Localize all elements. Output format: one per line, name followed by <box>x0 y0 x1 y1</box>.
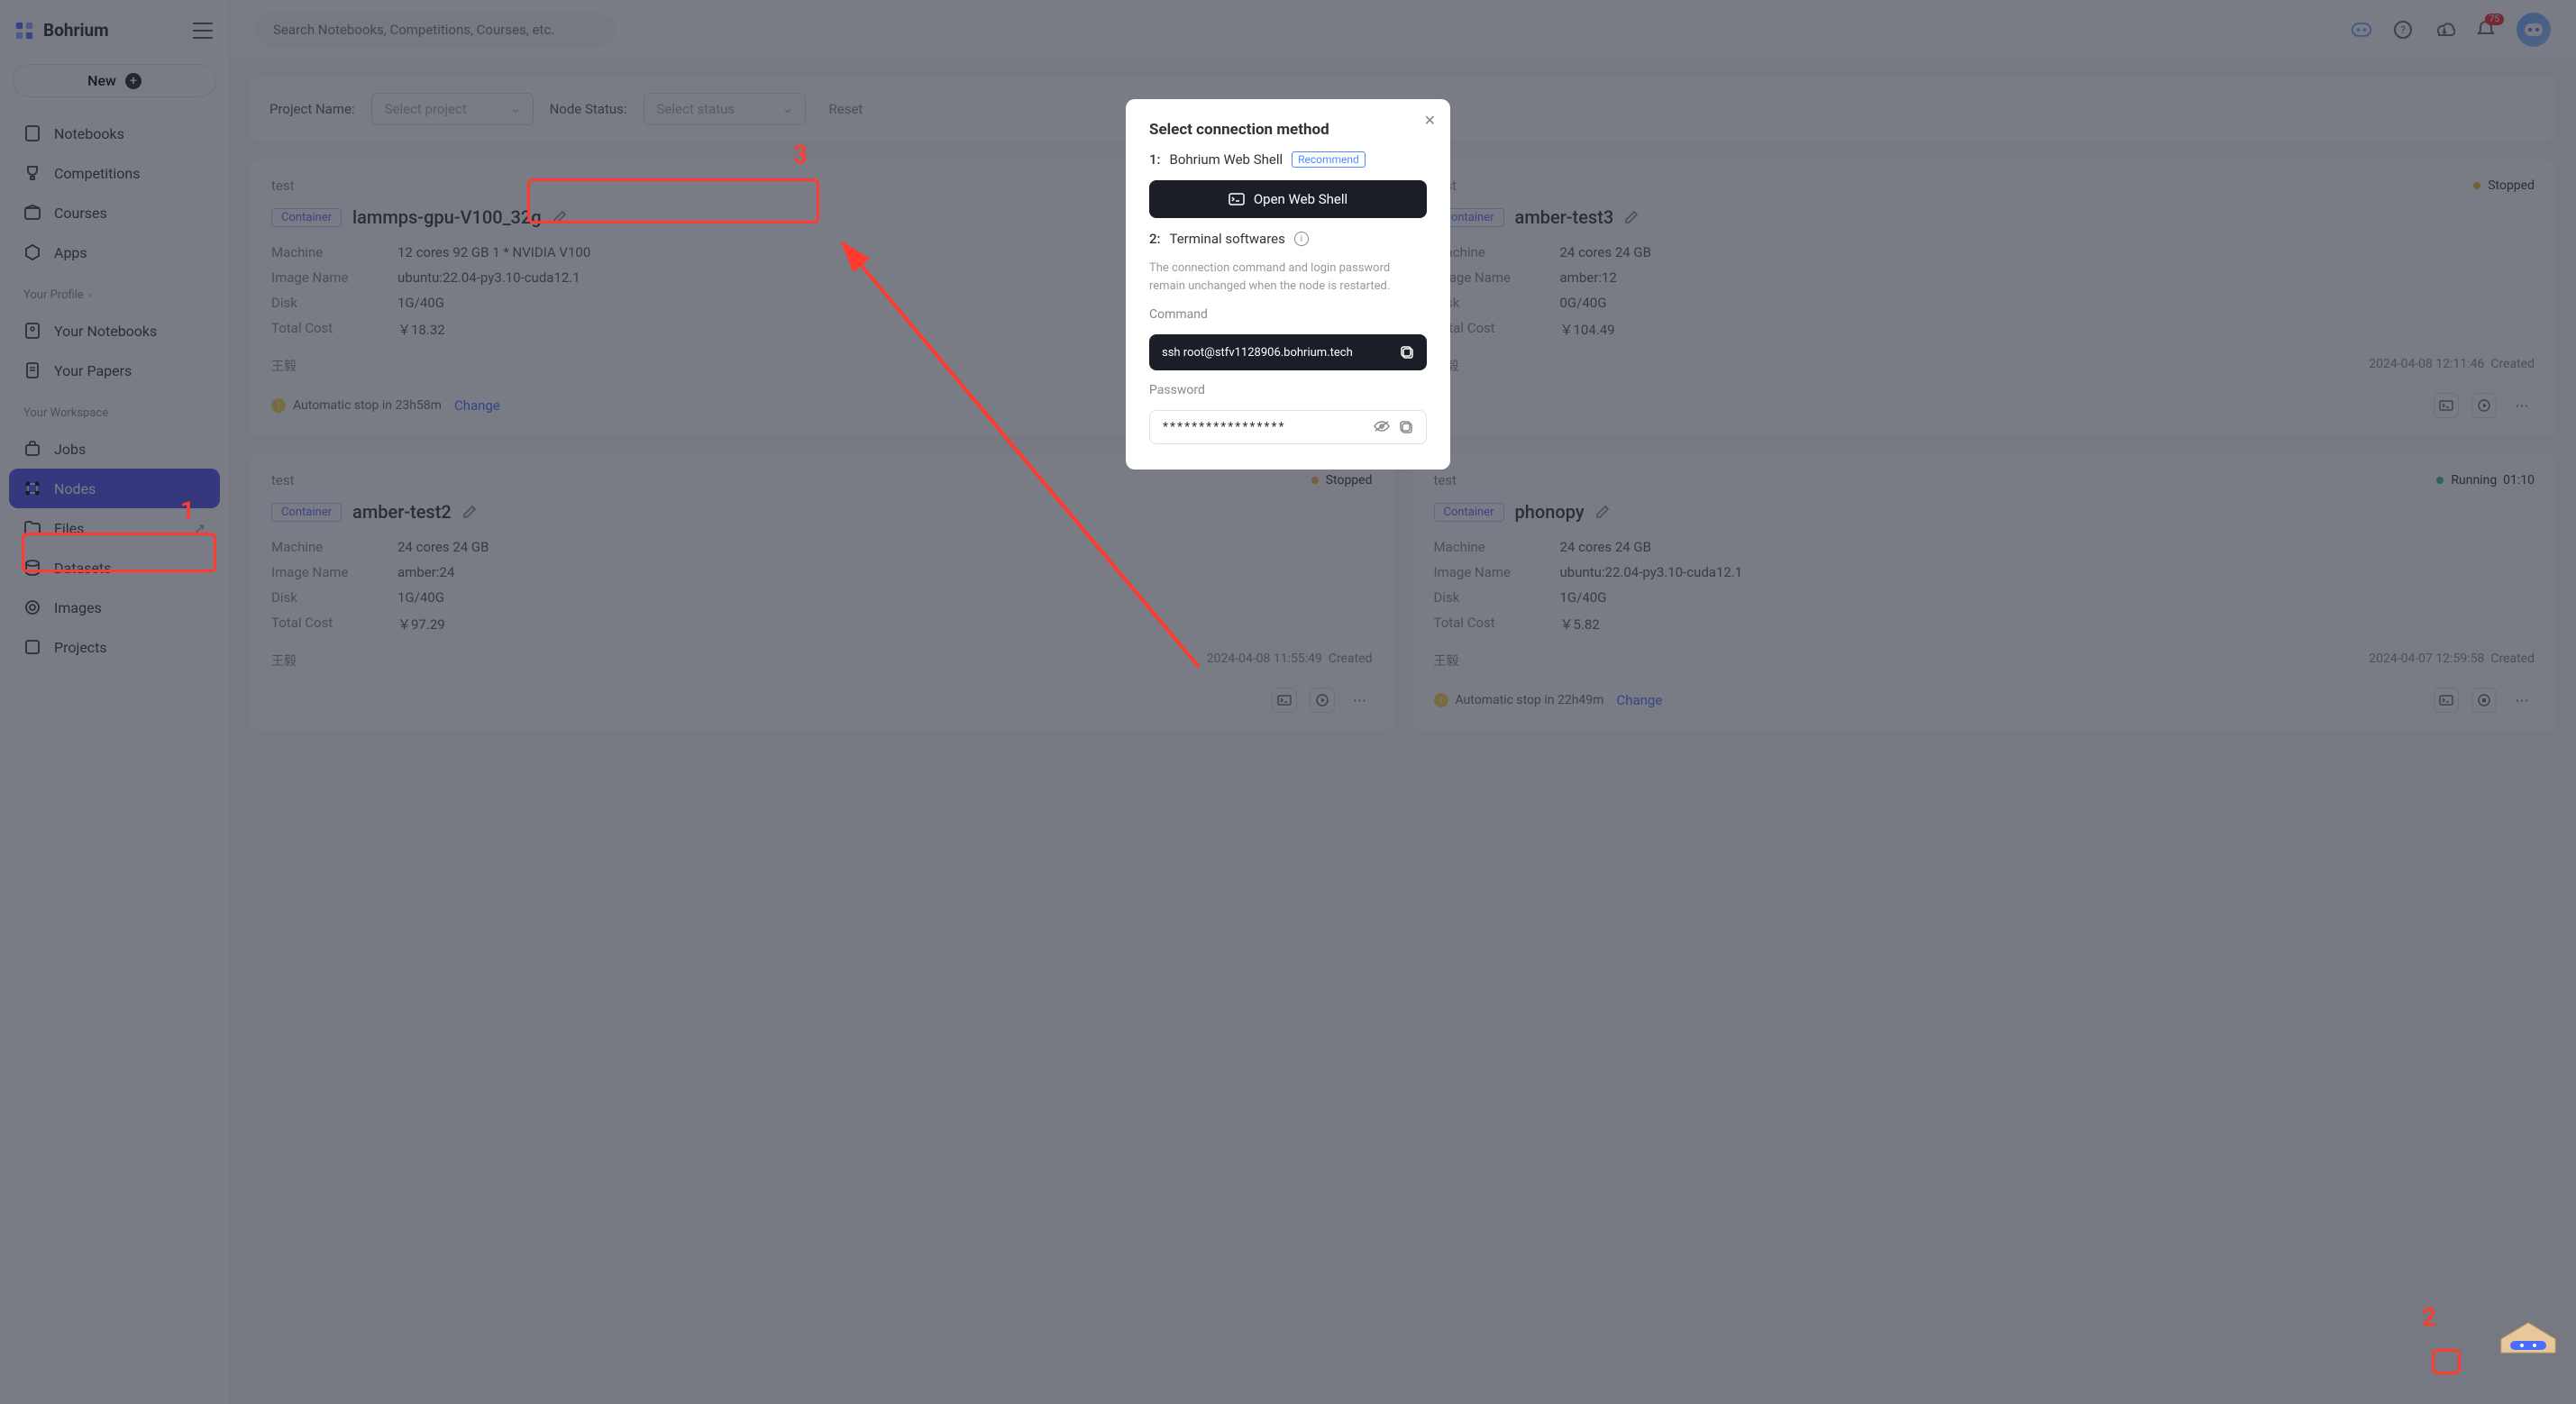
command-box: ssh root@stfv1128906.bohrium.tech <box>1149 334 1427 370</box>
toggle-password-icon[interactable] <box>1374 420 1390 433</box>
connection-modal: ✕ Select connection method 1: Bohrium We… <box>1126 99 1450 470</box>
app-root: Bohrium New + NotebooksCompetitionsCours… <box>0 0 2576 1404</box>
password-label: Password <box>1149 383 1427 397</box>
info-icon[interactable]: i <box>1294 232 1309 246</box>
copy-password-icon[interactable] <box>1399 420 1413 434</box>
password-box: ***************** <box>1149 410 1427 444</box>
open-web-shell-button[interactable]: Open Web Shell <box>1149 180 1427 218</box>
password-text: ***************** <box>1163 420 1286 434</box>
modal-title: Select connection method <box>1149 121 1427 139</box>
modal-step-1: 1: Bohrium Web Shell Recommend <box>1149 151 1427 168</box>
command-text: ssh root@stfv1128906.bohrium.tech <box>1162 346 1353 360</box>
assistant-float-icon[interactable] <box>2497 1312 2560 1359</box>
terminal-icon <box>1229 193 1245 205</box>
modal-note: The connection command and login passwor… <box>1149 260 1427 295</box>
modal-step-2: 2: Terminal softwares i <box>1149 231 1427 247</box>
modal-close-icon[interactable]: ✕ <box>1424 112 1436 129</box>
modal-overlay[interactable]: ✕ Select connection method 1: Bohrium We… <box>0 0 2576 1404</box>
copy-command-icon[interactable] <box>1400 345 1414 360</box>
command-label: Command <box>1149 307 1427 322</box>
recommend-tag: Recommend <box>1292 151 1366 168</box>
